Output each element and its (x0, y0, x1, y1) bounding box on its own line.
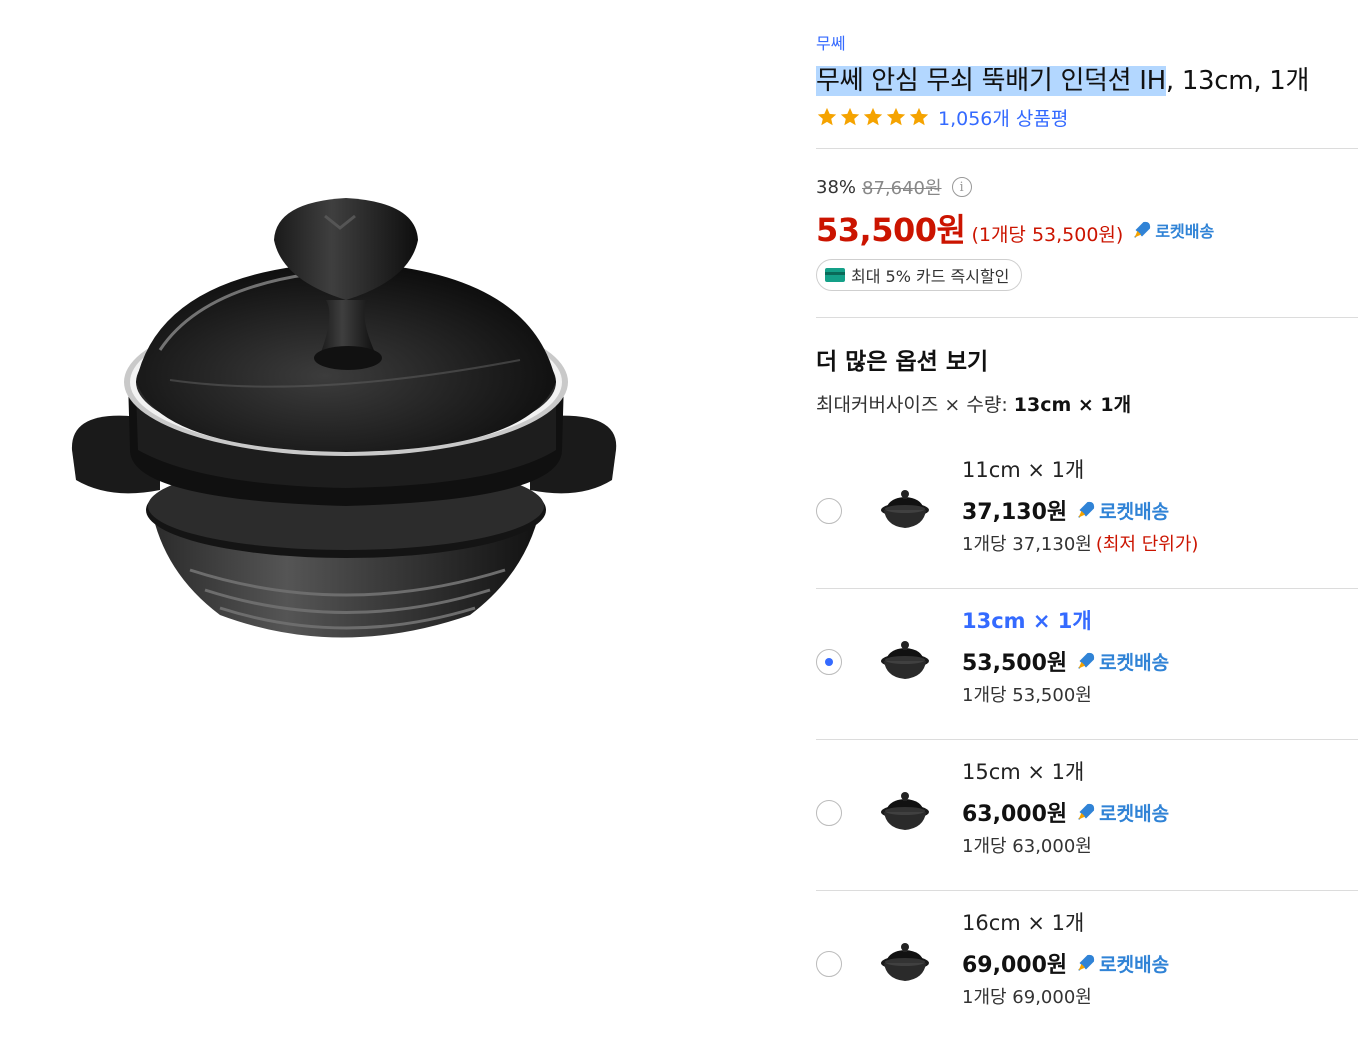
review-count-link[interactable]: 1,056개 상품평 (938, 104, 1068, 131)
option-price-row: 69,000원 로켓배송 (962, 947, 1169, 979)
option-unit-text: 1개당 63,000원 (962, 836, 1092, 857)
option-thumbnail (878, 637, 932, 685)
rocket-icon (1078, 954, 1095, 971)
option-details: 13cm × 1개 53,500원 로켓배송 1개당 53,500원 (962, 589, 1169, 706)
more-options-heading: 더 많은 옵션 보기 (816, 349, 989, 375)
star-icon (817, 107, 837, 126)
original-price-row: 38% 87,640원 i (816, 175, 1358, 199)
option-unit-price: 1개당 37,130원 (최저 단위가) (962, 530, 1199, 555)
card-discount-badge[interactable]: 최대 5% 카드 즉시할인 (816, 259, 1023, 291)
option-item[interactable]: 16cm × 1개 69,000원 로켓배송 1개당 69,000원 (816, 891, 1358, 1041)
sale-price: 53,500원 (816, 211, 966, 249)
divider (816, 317, 1358, 318)
option-unit-text: 1개당 53,500원 (962, 685, 1092, 706)
option-details: 16cm × 1개 69,000원 로켓배송 1개당 69,000원 (962, 891, 1169, 1008)
option-unit-text: 1개당 37,130원 (962, 534, 1092, 555)
rocket-delivery-label: 로켓배송 (1155, 222, 1215, 241)
product-title-highlight: 무쎄 안심 무쇠 뚝배기 인덕션 IH (816, 66, 1166, 96)
rocket-delivery-badge: 로켓배송 (1075, 497, 1169, 524)
option-price: 53,500원 (962, 651, 1068, 676)
option-price: 37,130원 (962, 500, 1068, 525)
option-radio[interactable] (816, 800, 842, 826)
rating-stars (816, 106, 930, 128)
info-icon[interactable]: i (951, 177, 972, 197)
option-item[interactable]: 11cm × 1개 37,130원 로켓배송 1개당 37,130원 (최저 단위가) (816, 438, 1358, 589)
option-unit-price: 1개당 69,000원 (962, 983, 1169, 1008)
unit-price: (1개당 53,500원) (971, 224, 1124, 246)
rocket-icon (1078, 803, 1095, 820)
option-name: 11cm × 1개 (962, 458, 1085, 482)
option-unit-price: 1개당 63,000원 (962, 832, 1169, 857)
option-unit-price: 1개당 53,500원 (962, 681, 1169, 706)
option-name: 16cm × 1개 (962, 911, 1085, 935)
option-item[interactable]: 15cm × 1개 63,000원 로켓배송 1개당 63,000원 (816, 740, 1358, 891)
rocket-delivery-badge: 로켓배송 (1075, 799, 1169, 826)
original-price: 87,640원 (862, 178, 942, 199)
option-radio[interactable] (816, 649, 842, 675)
option-list: 11cm × 1개 37,130원 로켓배송 1개당 37,130원 (최저 단위가) 1… (816, 438, 1358, 1041)
credit-card-icon (825, 268, 845, 282)
rocket-delivery-label: 로켓배송 (1099, 953, 1170, 976)
discount-rate: 38% (816, 176, 857, 198)
option-price-row: 37,130원 로켓배송 (962, 494, 1198, 526)
option-details: 11cm × 1개 37,130원 로켓배송 1개당 37,130원 (최저 단위가) (962, 438, 1199, 555)
selected-option-summary: 최대커버사이즈 × 수량: 13cm × 1개 (816, 390, 1358, 416)
rating-row: 1,056개 상품평 (816, 104, 1358, 130)
selected-option-value: 13cm × 1개 (1013, 394, 1132, 416)
option-item[interactable]: 13cm × 1개 53,500원 로켓배송 1개당 53,500원 (816, 589, 1358, 740)
option-price-row: 53,500원 로켓배송 (962, 645, 1169, 677)
divider (816, 148, 1358, 149)
rocket-delivery-label: 로켓배송 (1099, 500, 1170, 523)
option-name: 15cm × 1개 (962, 760, 1085, 784)
option-thumbnail (878, 939, 932, 987)
product-image[interactable] (50, 150, 650, 690)
option-radio[interactable] (816, 951, 842, 977)
option-unit-text: 1개당 69,000원 (962, 987, 1092, 1008)
option-price-row: 63,000원 로켓배송 (962, 796, 1169, 828)
rocket-delivery-label: 로켓배송 (1099, 802, 1170, 825)
option-thumbnail (878, 788, 932, 836)
product-title-rest: , 13cm, 1개 (1165, 66, 1310, 96)
rocket-delivery-badge: 로켓배송 (1075, 648, 1169, 675)
card-discount-label: 최대 5% 카드 즉시할인 (851, 267, 1010, 286)
brand-link[interactable]: 무쎄 (816, 30, 1358, 54)
option-thumbnail (878, 486, 932, 534)
rocket-icon (1134, 221, 1151, 238)
option-radio[interactable] (816, 498, 842, 524)
star-icon (886, 107, 906, 126)
option-price: 63,000원 (962, 802, 1068, 827)
star-icon (863, 107, 883, 126)
rocket-icon (1078, 652, 1095, 669)
rocket-delivery-label: 로켓배송 (1099, 651, 1170, 674)
option-price: 69,000원 (962, 953, 1068, 978)
selected-option-prefix: 최대커버사이즈 × 수량: (816, 394, 1014, 416)
option-details: 15cm × 1개 63,000원 로켓배송 1개당 63,000원 (962, 740, 1169, 857)
rocket-delivery-badge: 로켓배송 (1131, 218, 1214, 242)
star-icon (909, 107, 929, 126)
product-title: 무쎄 안심 무쇠 뚝배기 인덕션 IH, 13cm, 1개 (816, 64, 1358, 98)
sale-price-row: 53,500원 (1개당 53,500원) 로켓배송 (816, 205, 1358, 249)
star-icon (840, 107, 860, 126)
rocket-delivery-badge: 로켓배송 (1075, 950, 1169, 977)
product-info-panel: 무쎄 무쎄 안심 무쇠 뚝배기 인덕션 IH, 13cm, 1개 1,056개 … (816, 28, 1358, 1041)
rocket-icon (1078, 501, 1095, 518)
option-name: 13cm × 1개 (962, 609, 1092, 633)
lowest-unit-badge: (최저 단위가) (1095, 534, 1199, 555)
